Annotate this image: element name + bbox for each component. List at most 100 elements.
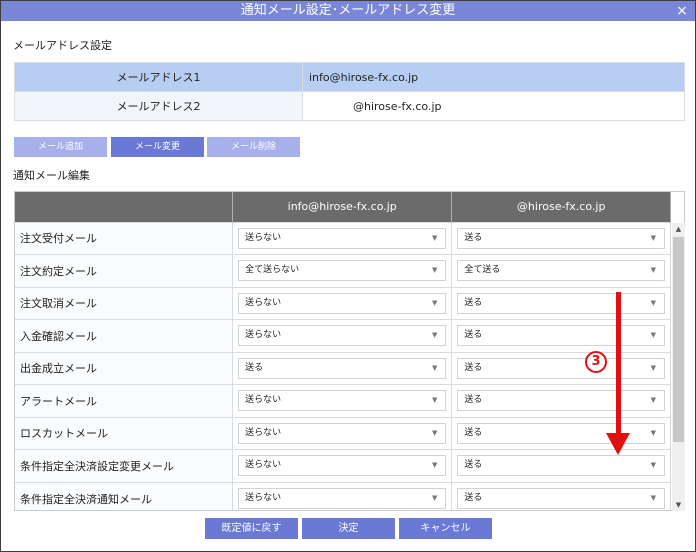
address1-send-select[interactable]: 送らない ▼ bbox=[238, 455, 447, 477]
notification-type-label: 出金成立メール bbox=[15, 351, 234, 385]
address2-send-select[interactable]: 送る ▼ bbox=[457, 390, 665, 412]
chevron-down-icon: ▼ bbox=[650, 396, 656, 405]
select-cell: 送る ▼ bbox=[451, 481, 671, 510]
select-value: 送る bbox=[464, 330, 483, 341]
notification-table: info@hirose-fx.co.jp @hirose-fx.co.jp 注文… bbox=[15, 192, 671, 510]
notification-type-label: 条件指定全決済設定変更メール bbox=[15, 449, 234, 482]
chevron-down-icon: ▼ bbox=[650, 494, 656, 502]
select-value: 送らない bbox=[245, 493, 282, 503]
address-label: メールアドレス1 bbox=[14, 62, 303, 92]
chevron-down-icon: ▼ bbox=[650, 266, 656, 275]
notification-row: 条件指定全決済通知メール 送らない ▼ 送る ▼ bbox=[15, 481, 671, 510]
select-value: 全て送る bbox=[464, 265, 501, 276]
address1-send-select[interactable]: 送らない ▼ bbox=[238, 422, 447, 444]
address1-send-select[interactable]: 送らない ▼ bbox=[238, 227, 447, 249]
select-value: 送らない bbox=[245, 330, 282, 341]
chevron-down-icon: ▼ bbox=[431, 428, 438, 437]
select-value: 送る bbox=[464, 493, 483, 503]
notification-type-label: 入金確認メール bbox=[15, 319, 234, 352]
column-header: @hirose-fx.co.jp bbox=[451, 192, 671, 222]
address-table: メールアドレス1 info@hirose-fx.co.jp メールアドレス2 @… bbox=[14, 62, 685, 121]
chevron-down-icon: ▼ bbox=[650, 363, 656, 372]
notification-type-label: ロスカットメール bbox=[15, 416, 234, 450]
address2-send-select[interactable]: 送る ▼ bbox=[457, 455, 665, 477]
select-value: 送らない bbox=[245, 460, 282, 471]
header-blank bbox=[15, 192, 234, 222]
notification-section-title: 通知メール編集 bbox=[13, 169, 90, 182]
address2-send-select[interactable]: 送る ▼ bbox=[457, 292, 665, 314]
notification-row: 出金成立メール 送る ▼ 送る ▼ bbox=[15, 351, 671, 385]
delete-email-button[interactable]: メール削除 bbox=[207, 137, 300, 157]
confirm-button[interactable]: 決定 bbox=[302, 518, 395, 539]
annotation-step-number: 3 bbox=[585, 351, 607, 373]
chevron-down-icon: ▼ bbox=[431, 331, 438, 340]
address1-send-select[interactable]: 送らない ▼ bbox=[238, 390, 447, 412]
scrollbar[interactable]: ▲ ▼ bbox=[672, 223, 685, 511]
select-cell: 送る ▼ bbox=[451, 449, 671, 482]
chevron-down-icon: ▼ bbox=[650, 461, 656, 470]
select-value: 送る bbox=[464, 232, 483, 243]
chevron-down-icon: ▼ bbox=[431, 461, 438, 470]
select-value: 送る bbox=[464, 297, 483, 308]
scroll-up-icon[interactable]: ▲ bbox=[672, 223, 685, 235]
add-email-button[interactable]: メール追加 bbox=[14, 137, 107, 157]
select-value: 送る bbox=[245, 362, 264, 373]
chevron-down-icon: ▼ bbox=[650, 331, 656, 340]
notification-row: 注文取消メール 送らない ▼ 送る ▼ bbox=[15, 286, 671, 320]
address1-send-select[interactable]: 送らない ▼ bbox=[238, 488, 447, 509]
notification-row: 注文約定メール 全て送らない ▼ 全て送る ▼ bbox=[15, 254, 671, 287]
column-header: info@hirose-fx.co.jp bbox=[232, 192, 453, 222]
chevron-down-icon: ▼ bbox=[650, 298, 656, 307]
title-bar: 通知メール設定･メールアドレス変更 × bbox=[1, 1, 695, 21]
address2-send-select[interactable]: 送る ▼ bbox=[457, 422, 665, 444]
notification-type-label: アラートメール bbox=[15, 384, 234, 417]
address-row: メールアドレス2 @hirose-fx.co.jp bbox=[14, 91, 685, 121]
select-cell: 送る ▼ bbox=[232, 351, 453, 385]
address-value[interactable]: info@hirose-fx.co.jp bbox=[302, 62, 685, 92]
address-label: メールアドレス2 bbox=[14, 91, 303, 121]
notification-row: 注文受付メール 送らない ▼ 送る ▼ bbox=[15, 221, 671, 255]
address1-send-select[interactable]: 送る ▼ bbox=[238, 357, 447, 379]
notification-table-container: info@hirose-fx.co.jp @hirose-fx.co.jp 注文… bbox=[14, 191, 685, 511]
address2-send-select[interactable]: 送る ▼ bbox=[457, 488, 665, 509]
notification-type-label: 注文取消メール bbox=[15, 286, 234, 320]
select-value: 送らない bbox=[245, 427, 282, 438]
select-cell: 送らない ▼ bbox=[232, 319, 453, 352]
annotation-arrow-down-icon bbox=[606, 433, 630, 455]
close-icon[interactable]: × bbox=[675, 1, 689, 21]
chevron-down-icon: ▼ bbox=[431, 233, 438, 242]
select-value: 送らない bbox=[245, 232, 282, 243]
select-cell: 全て送る ▼ bbox=[451, 254, 671, 287]
address-section-title: メールアドレス設定 bbox=[13, 39, 112, 52]
change-email-button[interactable]: メール変更 bbox=[111, 137, 204, 157]
notification-type-label: 条件指定全決済通知メール bbox=[15, 481, 234, 510]
notification-row: ロスカットメール 送らない ▼ 送る ▼ bbox=[15, 416, 671, 450]
cancel-button[interactable]: キャンセル bbox=[399, 518, 492, 539]
address2-send-select[interactable]: 送る ▼ bbox=[457, 325, 665, 347]
address2-send-select[interactable]: 送る ▼ bbox=[457, 227, 665, 249]
address2-send-select[interactable]: 全て送る ▼ bbox=[457, 260, 665, 282]
address1-send-select[interactable]: 送らない ▼ bbox=[238, 292, 447, 314]
scroll-thumb[interactable] bbox=[673, 237, 684, 442]
address-row: メールアドレス1 info@hirose-fx.co.jp bbox=[14, 62, 685, 92]
notification-row: 入金確認メール 送らない ▼ 送る ▼ bbox=[15, 319, 671, 352]
reset-defaults-button[interactable]: 既定値に戻す bbox=[205, 518, 298, 539]
select-cell: 送らない ▼ bbox=[232, 416, 453, 450]
scroll-down-icon[interactable]: ▼ bbox=[672, 499, 685, 511]
select-value: 送る bbox=[464, 427, 483, 438]
chevron-down-icon: ▼ bbox=[431, 298, 438, 307]
address-value[interactable]: @hirose-fx.co.jp bbox=[302, 91, 685, 121]
chevron-down-icon: ▼ bbox=[431, 494, 438, 502]
select-cell: 送らない ▼ bbox=[232, 481, 453, 510]
select-cell: 送らない ▼ bbox=[232, 286, 453, 320]
select-value: 送らない bbox=[245, 297, 282, 308]
address2-send-select[interactable]: 送る ▼ bbox=[457, 357, 665, 379]
chevron-down-icon: ▼ bbox=[431, 266, 438, 275]
select-cell: 送る ▼ bbox=[451, 319, 671, 352]
chevron-down-icon: ▼ bbox=[650, 233, 656, 242]
notification-type-label: 注文約定メール bbox=[15, 254, 234, 287]
notification-type-label: 注文受付メール bbox=[15, 221, 234, 255]
select-value: 送る bbox=[464, 395, 483, 406]
address1-send-select[interactable]: 送らない ▼ bbox=[238, 325, 447, 347]
address1-send-select[interactable]: 全て送らない ▼ bbox=[238, 260, 447, 282]
